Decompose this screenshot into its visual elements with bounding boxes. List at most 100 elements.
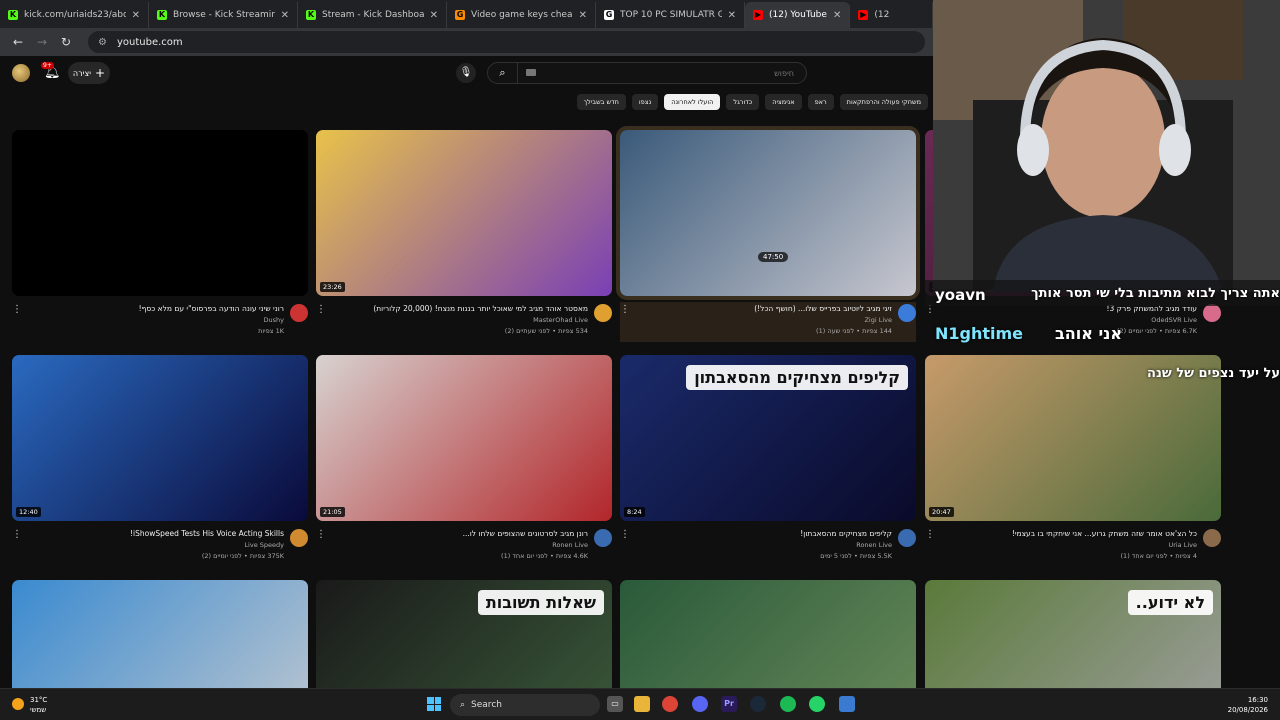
close-tab-icon[interactable]: ✕	[430, 10, 438, 21]
video-thumbnail[interactable]: 23:26	[316, 130, 612, 296]
channel-avatar[interactable]	[898, 529, 916, 547]
filter-chip[interactable]: חדש בשבילך	[576, 94, 626, 110]
address-bar[interactable]: ⚙ youtube.com	[88, 31, 925, 53]
channel-name[interactable]: Uria Live	[1168, 541, 1197, 549]
filter-chip[interactable]: נצפו	[631, 94, 659, 110]
video-thumbnail[interactable]: קליפים מצחיקים מהסאבתון 8:24	[620, 355, 916, 521]
webcam-overlay: אתה צריך לבוא מתיבות בלי שי תסר אותך	[933, 0, 1280, 292]
channel-avatar[interactable]	[898, 304, 916, 322]
channel-name[interactable]: OdedSVR Live	[1151, 316, 1197, 324]
channel-name[interactable]: Zigi Live	[864, 316, 892, 324]
premiere-icon[interactable]: Pr	[721, 696, 737, 712]
tab-title: (12) YouTube	[769, 10, 827, 20]
system-clock[interactable]: 16:30 20/08/2026	[1228, 695, 1268, 715]
chrome-icon[interactable]	[662, 696, 678, 712]
channel-name[interactable]: Ronen Live	[856, 541, 892, 549]
channel-avatar[interactable]	[1203, 304, 1221, 322]
close-tab-icon[interactable]: ✕	[728, 10, 736, 21]
reload-icon[interactable]: ↻	[56, 35, 76, 49]
more-options-icon[interactable]: ⋮	[316, 304, 326, 315]
search-input[interactable]	[518, 63, 806, 83]
video-title[interactable]: קליפים מצחיקים מהסאבתון!	[632, 529, 892, 538]
channel-avatar[interactable]	[594, 529, 612, 547]
video-meta: עודד מגיב להמשחק פרק 3! OdedSVR Live 6.7K …	[925, 302, 1221, 342]
channel-name[interactable]: Live Speedy	[244, 541, 284, 549]
close-tab-icon[interactable]: ✕	[579, 10, 587, 21]
more-options-icon[interactable]: ⋮	[620, 304, 630, 315]
video-stats: 1K צפיות	[258, 327, 284, 335]
screen: Kkick.com/uriaids23/about ✕ K Browse - Kick…	[0, 0, 1280, 720]
more-options-icon[interactable]: ⋮	[925, 304, 935, 315]
weather-widget[interactable]: 31°C שמשי	[12, 695, 47, 715]
channel-name[interactable]: Ronen Live	[552, 541, 588, 549]
filter-chip[interactable]: הועלו לאחרונה	[664, 94, 721, 110]
browser-tab[interactable]: G Video game keys cheaper th ✕	[447, 2, 596, 28]
discord-icon[interactable]	[692, 696, 708, 712]
video-thumbnail[interactable]	[12, 130, 308, 296]
close-tab-icon[interactable]: ✕	[281, 10, 289, 21]
more-options-icon[interactable]: ⋮	[12, 529, 22, 540]
video-title[interactable]: עודד מגיב להמשחק פרק 3!	[937, 304, 1198, 313]
steam-icon[interactable]	[750, 696, 766, 712]
tab-favicon-icon: G	[455, 10, 465, 20]
search-icon: ⌕	[460, 700, 466, 710]
browser-tab[interactable]: G TOP 10 PC SIMULATR GAME ✕	[596, 2, 745, 28]
browser-tab[interactable]: K Browse - Kick Streaming ✕	[149, 2, 298, 28]
video-title[interactable]: מאסטר אוהד מגיב למי שאוכל יותר בננות מנצ…	[328, 304, 588, 313]
search-icon[interactable]: ⌕	[488, 63, 518, 83]
more-options-icon[interactable]: ⋮	[620, 529, 630, 540]
channel-name[interactable]: Dushy	[264, 316, 284, 324]
app-window-icon[interactable]	[839, 696, 855, 712]
voice-search-mic-icon[interactable]: 🎙︎	[456, 63, 476, 83]
filter-chip[interactable]: ראפ	[807, 94, 834, 110]
browser-tab[interactable]: Kkick.com/uriaids23/about ✕	[0, 2, 149, 28]
channel-avatar[interactable]	[1203, 529, 1221, 547]
filter-chip[interactable]: כדורגל	[726, 94, 760, 110]
thumbnail-caption: לא ידוע..	[1127, 590, 1213, 615]
create-label: יצירה	[72, 68, 91, 78]
channel-avatar[interactable]	[290, 304, 308, 322]
whatsapp-icon[interactable]	[809, 696, 825, 712]
video-title[interactable]: רונן מגיב לסרטונים שהצופים שלחו לו...	[328, 529, 588, 538]
back-icon[interactable]: ←	[8, 35, 28, 49]
filter-chip[interactable]: אנימציה	[765, 94, 802, 110]
video-thumbnail[interactable]: 21:05	[316, 355, 612, 521]
close-tab-icon[interactable]: ✕	[833, 10, 841, 21]
filter-chip[interactable]: משחקי פעולה והרפתקאות	[839, 94, 928, 110]
tab-favicon-icon: K	[157, 10, 167, 20]
video-stats: 144 צפיות • לפני שעה (1)	[816, 327, 892, 335]
channel-name[interactable]: MasterOhad Live	[533, 316, 588, 324]
video-meta: מאסטר אוהד מגיב למי שאוכל יותר בננות מנצ…	[316, 302, 612, 342]
more-options-icon[interactable]: ⋮	[925, 529, 935, 540]
video-thumbnail[interactable]: 20:47	[925, 355, 1221, 521]
video-title[interactable]: iShowSpeed Tests His Voice Acting Skills…	[24, 529, 284, 538]
channel-avatar[interactable]	[290, 529, 308, 547]
file-explorer-icon[interactable]	[634, 696, 650, 712]
video-stats: 375K צפיות • לפני יומיים (2)	[201, 552, 284, 560]
video-title[interactable]: זיגי מגיב ליוטיוב בפרייס שלו... (חושף הכ…	[632, 304, 892, 313]
browser-tab[interactable]: ▶ (12	[850, 2, 933, 28]
video-title[interactable]: כל הצ'אט אומר שזה משחק גרוע... אני שיחקת…	[937, 529, 1197, 538]
create-button[interactable]: יצירה +	[68, 62, 110, 84]
task-view-icon[interactable]: ▭	[607, 696, 623, 712]
tab-favicon-icon: G	[604, 10, 614, 20]
video-thumbnail[interactable]: 12:40	[12, 355, 308, 521]
more-options-icon[interactable]: ⋮	[316, 529, 326, 540]
forward-icon[interactable]: →	[32, 35, 52, 49]
video-title[interactable]: רוני שיני עונה הודעה בפרסוס"י עם מלא כסף…	[24, 304, 284, 313]
channel-avatar[interactable]	[594, 304, 612, 322]
windows-start-icon[interactable]	[427, 697, 441, 711]
more-options-icon[interactable]: ⋮	[12, 304, 22, 315]
filter-chips: משחקי פעולה והרפתקאות ראפ אנימציה כדורגל הוע…	[576, 94, 928, 112]
taskbar-search[interactable]: ⌕ Search	[450, 694, 600, 716]
spotify-icon[interactable]	[780, 696, 796, 712]
account-avatar[interactable]	[12, 64, 30, 82]
site-info-icon[interactable]: ⚙	[98, 37, 107, 48]
video-meta: קליפים מצחיקים מהסאבתון! Ronen Live 5.5K צ…	[620, 527, 916, 567]
browser-tab[interactable]: ▶ (12) YouTube ✕	[745, 2, 851, 28]
video-thumbnail[interactable]: 47:50	[616, 126, 920, 300]
close-tab-icon[interactable]: ✕	[132, 10, 140, 21]
video-stats: 4 צפיות • לפני יום אחד (1)	[1120, 552, 1198, 560]
keyboard-icon[interactable]	[526, 69, 536, 76]
browser-tab[interactable]: K Stream - Kick Dashboard ✕	[298, 2, 447, 28]
